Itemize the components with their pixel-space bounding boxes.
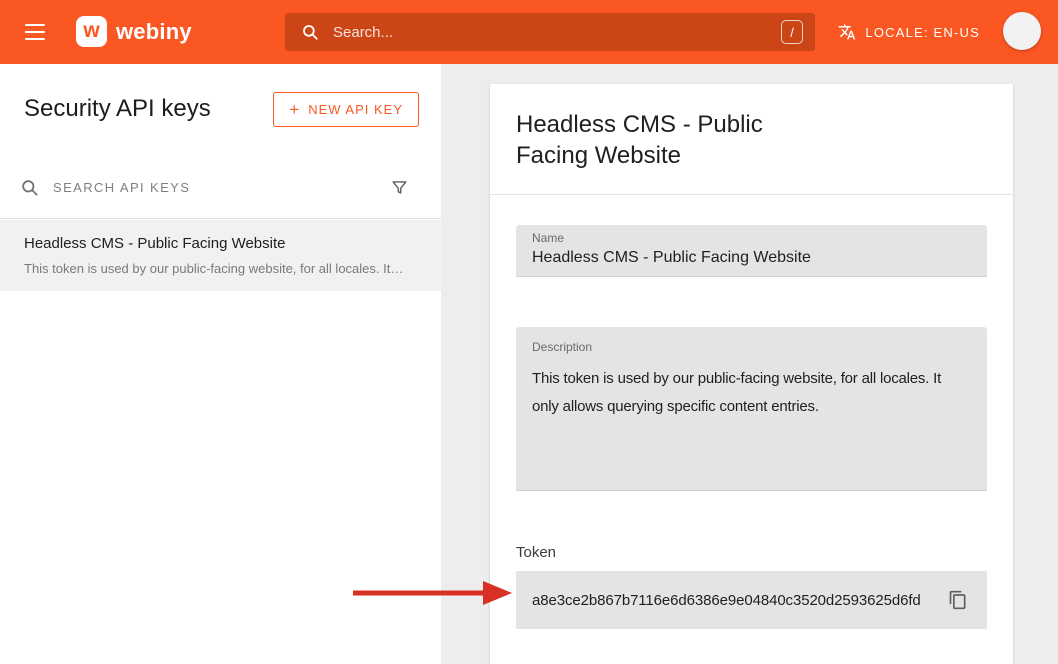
token-label: Token — [516, 544, 987, 561]
name-field[interactable]: Name Headless CMS - Public Facing Websit… — [516, 225, 987, 277]
list-item-title: Headless CMS - Public Facing Website — [24, 235, 417, 252]
token-value: a8e3ce2b867b7116e6d6386e9e04840c3520d259… — [532, 592, 921, 609]
webiny-logo-text: webiny — [116, 19, 192, 45]
api-key-detail-card: Headless CMS - Public Facing Website Nam… — [490, 84, 1013, 664]
detail-title: Headless CMS - Public Facing Website — [516, 109, 771, 171]
global-search-input[interactable] — [333, 24, 781, 41]
locale-label: LOCALE: EN-US — [865, 25, 980, 40]
new-api-key-button[interactable]: + NEW API KEY — [273, 92, 419, 127]
filter-icon[interactable] — [390, 178, 409, 197]
description-field-value[interactable]: This token is used by our public-facing … — [516, 354, 987, 430]
global-search[interactable]: / — [285, 13, 815, 51]
sidebar-header: Security API keys + NEW API KEY — [0, 64, 441, 156]
api-keys-sidebar: Security API keys + NEW API KEY Headless — [0, 64, 441, 664]
webiny-logo-mark: w — [76, 16, 107, 47]
api-keys-search-input[interactable] — [53, 180, 390, 195]
page-title: Security API keys — [24, 95, 211, 123]
search-shortcut-badge: / — [781, 20, 803, 44]
avatar[interactable] — [1003, 12, 1041, 50]
translate-icon — [838, 23, 856, 41]
detail-panel: Headless CMS - Public Facing Website Nam… — [441, 64, 1058, 664]
locale-selector[interactable]: LOCALE: EN-US — [838, 0, 980, 64]
api-keys-search-row — [0, 156, 441, 219]
webiny-logo[interactable]: w webiny — [76, 16, 192, 47]
api-keys-list: Headless CMS - Public Facing Website Thi… — [0, 220, 441, 664]
name-field-value[interactable]: Headless CMS - Public Facing Website — [516, 245, 987, 276]
search-icon — [301, 23, 319, 41]
list-item-description: This token is used by our public-facing … — [24, 261, 417, 276]
token-box: a8e3ce2b867b7116e6d6386e9e04840c3520d259… — [516, 571, 987, 629]
detail-card-header: Headless CMS - Public Facing Website — [490, 84, 1013, 195]
new-api-key-button-label: NEW API KEY — [308, 102, 403, 117]
list-item[interactable]: Headless CMS - Public Facing Website Thi… — [0, 220, 441, 291]
description-field[interactable]: Description This token is used by our pu… — [516, 327, 987, 491]
top-bar: w webiny / LOCALE: EN-US — [0, 0, 1058, 64]
search-icon — [20, 178, 39, 197]
menu-icon[interactable] — [22, 20, 50, 44]
copy-icon[interactable] — [944, 586, 972, 614]
plus-icon: + — [289, 100, 299, 120]
name-field-label: Name — [516, 225, 987, 245]
detail-card-body: Name Headless CMS - Public Facing Websit… — [490, 195, 1013, 629]
description-field-label: Description — [516, 327, 987, 354]
